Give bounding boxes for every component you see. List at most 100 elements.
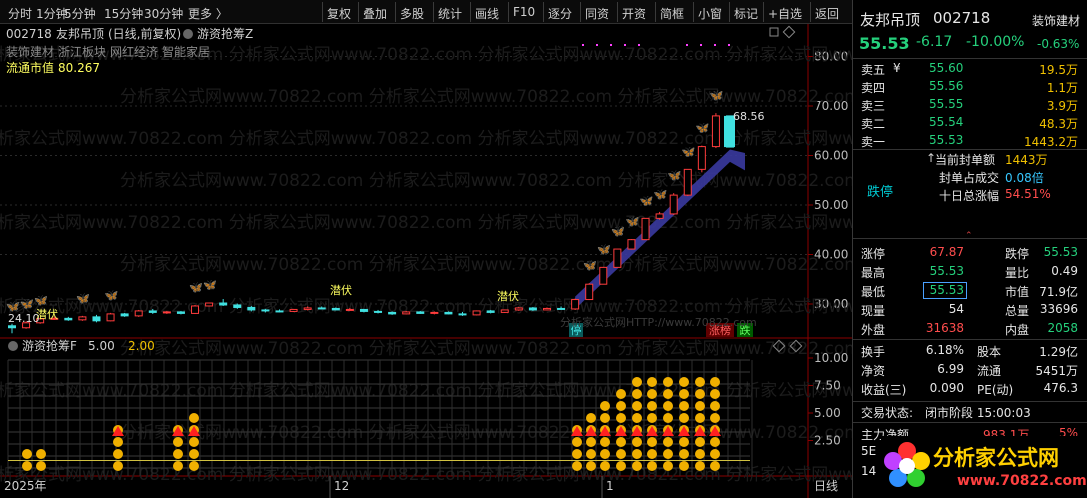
finance-value: 0.090 <box>929 381 964 395</box>
candle-body <box>500 309 509 313</box>
signal-dot <box>710 449 720 459</box>
signal-dot <box>710 461 720 471</box>
signal-dot <box>632 461 642 471</box>
stat-value: 31638 <box>925 321 964 335</box>
candle-body <box>669 194 678 215</box>
stat-value: 55.53 <box>1043 245 1078 259</box>
diamond-icon[interactable] <box>782 25 796 39</box>
toolbar-button[interactable]: 小窗 <box>698 5 722 22</box>
candle-body <box>458 313 467 316</box>
price-change-pct: -10.00% <box>966 34 1025 50</box>
x-axis-label: 1 <box>606 479 614 493</box>
signal-dot <box>663 461 673 471</box>
divider <box>853 401 1087 402</box>
trade-state-row: 交易状态: 闭市阶段 15:00:03 <box>853 403 1087 421</box>
toolbar-button[interactable]: 标记 <box>734 5 758 22</box>
signal-dot <box>714 44 716 46</box>
signal-dot <box>647 413 657 423</box>
signal-dot <box>22 449 32 459</box>
stats-row: 最低 55.53 市值 71.9亿 <box>853 282 1087 300</box>
settings-icon[interactable] <box>769 27 779 37</box>
stat-label: 现量 <box>861 304 886 318</box>
stat-label: 涨停 <box>861 247 886 261</box>
candle-body <box>613 248 622 268</box>
float-cap-value: 80.267 <box>58 61 100 75</box>
toolbar-button[interactable]: F10 <box>513 5 535 19</box>
butterfly-icon: 🦋 <box>696 122 710 135</box>
butterfly-icon: 🦋 <box>668 169 682 182</box>
toolbar-separator <box>810 2 811 22</box>
candle-body <box>444 311 453 315</box>
stat-value: 54 <box>948 302 964 316</box>
concept-tag: 智能家居 <box>162 44 210 59</box>
period-tab[interactable]: 5分钟 <box>64 5 96 22</box>
toolbar-button[interactable]: 多股 <box>400 5 424 22</box>
signal-dot <box>586 461 596 471</box>
seal-value: 1443万 <box>1005 153 1048 167</box>
finance-row: 收益(三) 0.090 PE(动) 476.3 <box>853 380 1087 398</box>
signal-dot <box>572 437 582 447</box>
chart-mode: (日线,前复权) <box>108 26 181 41</box>
stat-label: 市值 <box>1005 285 1030 299</box>
toolbar-separator <box>322 2 323 22</box>
toolbar-button[interactable]: 画线 <box>475 5 499 22</box>
butterfly-icon: 🦋 <box>105 289 119 302</box>
signal-dot <box>616 389 626 399</box>
period-tab[interactable]: 30分钟 <box>144 5 183 22</box>
signal-dot <box>695 461 705 471</box>
period-tab[interactable]: 15分钟 <box>104 5 143 22</box>
candle-body <box>571 299 580 310</box>
finance-label: PE(动) <box>977 383 1014 397</box>
signal-dot <box>663 449 673 459</box>
indicator-dropdown-icon[interactable] <box>8 341 18 351</box>
x-axis-mode: 日线 <box>814 479 838 493</box>
candle-body <box>655 213 664 219</box>
candle-body <box>219 302 228 306</box>
toolbar-button[interactable]: 复权 <box>327 5 351 22</box>
candle-body <box>233 304 242 308</box>
finance-label: 净资 <box>861 364 886 378</box>
divider <box>853 339 1087 340</box>
watermark: 分析家公式网HTTP://www.70822.com <box>560 315 757 329</box>
candle-body <box>120 313 129 317</box>
toolbar-button[interactable]: 统计 <box>438 5 462 22</box>
period-tab[interactable]: 1分钟 <box>36 5 68 22</box>
toolbar-separator <box>433 2 434 22</box>
candle-body <box>514 307 523 311</box>
indicator-dropdown-icon[interactable] <box>183 29 193 39</box>
toolbar-separator <box>655 2 656 22</box>
toolbar-button[interactable]: 叠加 <box>363 5 387 22</box>
signal-dot <box>710 401 720 411</box>
period-tab[interactable]: 分时 <box>8 5 32 22</box>
toolbar-button[interactable]: 返回 <box>815 5 839 22</box>
signal-dot <box>173 461 183 471</box>
signal-dot <box>632 377 642 387</box>
stat-value: 2058 <box>1047 321 1078 335</box>
toolbar-button[interactable]: 开资 <box>622 5 646 22</box>
signal-dot <box>647 401 657 411</box>
toolbar-button[interactable]: 逐分 <box>548 5 572 22</box>
stock-name: 友邦吊顶 <box>860 11 921 29</box>
collapse-chevron-icon[interactable]: ⌃ <box>965 231 973 241</box>
stat-label: 总量 <box>1005 304 1030 318</box>
signal-dot <box>600 413 610 423</box>
toolbar-button[interactable]: 同资 <box>585 5 609 22</box>
candle-body <box>275 310 284 313</box>
toolbar-button[interactable]: +自选 <box>768 5 802 22</box>
ask-level: 卖三 <box>861 99 886 113</box>
industry-name[interactable]: 装饰建材 <box>1032 12 1080 29</box>
toolbar-button[interactable]: 简框 <box>660 5 684 22</box>
candle-body <box>148 310 157 313</box>
chart-stock-name: 友邦吊顶 <box>56 27 104 41</box>
order-book-row: 卖五 ¥55.60 19.5万 <box>853 60 1087 78</box>
signal-dot <box>173 449 183 459</box>
finance-value: 5451万 <box>1035 364 1078 378</box>
signal-dot <box>647 449 657 459</box>
candle-body <box>697 146 706 170</box>
signal-dot <box>663 377 673 387</box>
butterfly-icon: 🦋 <box>654 188 668 201</box>
indicator-tick-label: 2.50 <box>814 434 841 448</box>
period-tab[interactable]: 更多 〉 <box>188 5 228 22</box>
signal-dot <box>600 461 610 471</box>
divider <box>853 58 1087 59</box>
